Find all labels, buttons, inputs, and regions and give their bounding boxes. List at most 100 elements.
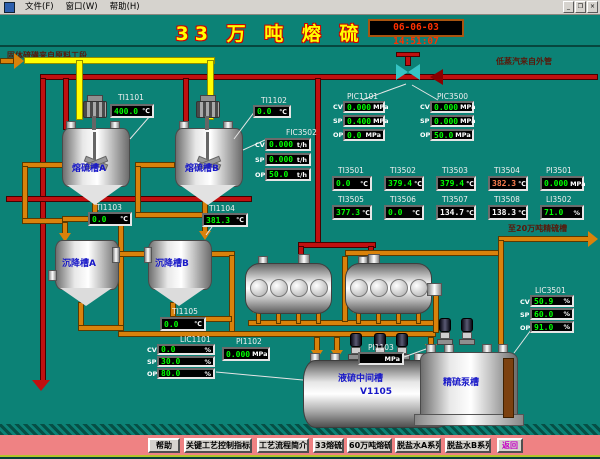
value: 0.0 xyxy=(388,208,402,217)
value: 50.0 xyxy=(434,131,453,140)
value: 138.3 xyxy=(492,208,516,217)
melt-33-button[interactable]: 33熔硫 xyxy=(313,438,344,453)
melt-tank-a-label: 熔硫槽A xyxy=(72,161,106,174)
settling-tank-a-label: 沉降槽A xyxy=(62,256,96,269)
display-TI1103: 0.0 ℃ xyxy=(88,212,132,226)
instrument-tag: TI1103 xyxy=(96,203,122,212)
display-TI3503: 379.4℃ xyxy=(436,176,476,191)
instrument-tag: TI1101 xyxy=(118,93,144,102)
display-LIC1101-sp[interactable]: 30.0% xyxy=(157,356,215,367)
display-PIC1101-cv[interactable]: 0.000MPa xyxy=(343,101,385,113)
controller-tag: LIC1101 xyxy=(180,335,211,344)
display-LIC3501-op[interactable]: 91.0% xyxy=(530,321,574,333)
value: 0.000 xyxy=(269,155,293,164)
instrument-tag: PI3501 xyxy=(546,166,572,175)
unit: % xyxy=(563,310,570,318)
display-FIC3502-sp[interactable]: 0.000t/h xyxy=(265,153,311,166)
value: 0.400 xyxy=(347,117,371,126)
value: 400.0 xyxy=(114,107,138,116)
callout-lines xyxy=(0,0,600,459)
desalted-water-a-button[interactable]: 脱盐水A系列 xyxy=(395,438,441,453)
op-label: OP xyxy=(333,131,343,139)
value: 134.7 xyxy=(440,208,464,217)
value: 0.0 xyxy=(347,131,361,140)
instrument-tag: TI3508 xyxy=(494,195,520,204)
cv-label: CV xyxy=(147,346,157,354)
controller-tag: LIC3501 xyxy=(535,286,566,295)
op-label: OP xyxy=(420,131,430,139)
cv-label: CV xyxy=(333,103,343,111)
display-TI1104: 381.3℃ xyxy=(202,213,248,227)
value: 0.0 xyxy=(164,320,178,329)
key-process-indicators-button[interactable]: 关键工艺控制指标 xyxy=(184,438,252,453)
sp-label: SP xyxy=(147,358,156,366)
unit: % xyxy=(204,358,211,366)
instrument-tag: TI1105 xyxy=(172,307,198,316)
hmi-screen: 文件(F) 窗口(W) 帮助(H) _ ❐ × 33 万 吨 熔 硫 06-06… xyxy=(0,0,600,459)
display-FIC3502-cv[interactable]: 0.000t/h xyxy=(265,138,311,151)
unit: % xyxy=(563,297,570,305)
display-TI3508: 138.3℃ xyxy=(488,205,528,220)
unit: ℃ xyxy=(360,180,368,188)
unit: ℃ xyxy=(120,215,128,223)
display-TI1105: 0.0℃ xyxy=(160,317,206,331)
desalted-water-b-button[interactable]: 脱盐水B系列 xyxy=(445,438,491,453)
unit: ℃ xyxy=(466,180,474,188)
display-PIC3500-op[interactable]: 50.0MPa xyxy=(430,129,474,141)
display-PIC1101-sp[interactable]: 0.400MPa xyxy=(343,115,385,127)
value: 50.0 xyxy=(269,170,288,179)
sp-label: SP xyxy=(420,117,429,125)
display-PIC3500-cv[interactable]: 0.000MPa xyxy=(430,101,474,113)
value: 379.4 xyxy=(440,179,464,188)
return-button[interactable]: 返回 xyxy=(497,438,523,453)
op-label: OP xyxy=(147,370,157,378)
display-LIC1101-cv[interactable]: 0.0% xyxy=(157,344,215,355)
unit: MPa xyxy=(460,117,475,125)
mid-tank-tag: V1105 xyxy=(360,387,392,397)
cv-label: CV xyxy=(420,103,430,111)
display-PI1102: 0.000MPa xyxy=(222,347,270,361)
value: 379.4 xyxy=(388,179,412,188)
display-TI1102: 0.0℃ xyxy=(253,105,291,118)
value: 0.0 xyxy=(92,215,106,224)
unit: t/h xyxy=(297,141,307,149)
value: 71.0 xyxy=(544,208,563,217)
instrument-tag: TI3506 xyxy=(390,195,416,204)
display-LIC1101-op[interactable]: 80.0% xyxy=(157,368,215,379)
instrument-tag: TI3504 xyxy=(494,166,520,175)
sp-label: SP xyxy=(255,156,264,164)
display-PI1103: MPa xyxy=(358,352,404,365)
value: 0.0 xyxy=(336,179,350,188)
cv-label: CV xyxy=(255,141,265,149)
display-LIC3501-cv[interactable]: 50.9% xyxy=(530,295,574,307)
melt-600k-button[interactable]: 60万吨熔硫 xyxy=(347,438,392,453)
op-label: OP xyxy=(520,324,530,332)
unit: ℃ xyxy=(412,209,420,217)
value: 30.0 xyxy=(161,357,180,366)
display-TI3502: 379.4℃ xyxy=(384,176,424,191)
value: 0.000 xyxy=(544,179,568,188)
display-TI1101: 400.0 ℃ xyxy=(110,104,154,118)
mid-tank-name: 液硫中间槽 xyxy=(338,371,383,384)
unit: ℃ xyxy=(236,216,244,224)
display-FIC3502-op[interactable]: 50.0 t/h xyxy=(265,168,311,181)
controller-tag: PIC3500 xyxy=(437,92,468,101)
value: 80.0 xyxy=(161,369,180,378)
pump-tank-label: 精硫泵槽 xyxy=(443,375,479,388)
unit: MPa xyxy=(460,103,475,111)
value: 382.3 xyxy=(492,179,516,188)
display-PIC1101-op[interactable]: 0.0MPa xyxy=(343,129,385,141)
op-label: OP xyxy=(255,171,265,179)
process-flow-intro-button[interactable]: 工艺流程简介 xyxy=(257,438,309,453)
unit: ℃ xyxy=(362,209,370,217)
instrument-tag: TI3502 xyxy=(390,166,416,175)
navigation-bar: 帮助 关键工艺控制指标 工艺流程简介 33熔硫 60万吨熔硫 脱盐水A系列 脱盐… xyxy=(0,435,600,455)
unit: t/h xyxy=(297,171,307,179)
unit: ℃ xyxy=(142,107,150,115)
display-PIC3500-sp[interactable]: 0.000MPa xyxy=(430,115,474,127)
unit: % xyxy=(204,370,211,378)
unit: ℃ xyxy=(518,180,526,188)
display-LIC3501-sp[interactable]: 60.0% xyxy=(530,308,574,320)
cv-label: CV xyxy=(520,298,530,306)
help-button[interactable]: 帮助 xyxy=(148,438,180,453)
